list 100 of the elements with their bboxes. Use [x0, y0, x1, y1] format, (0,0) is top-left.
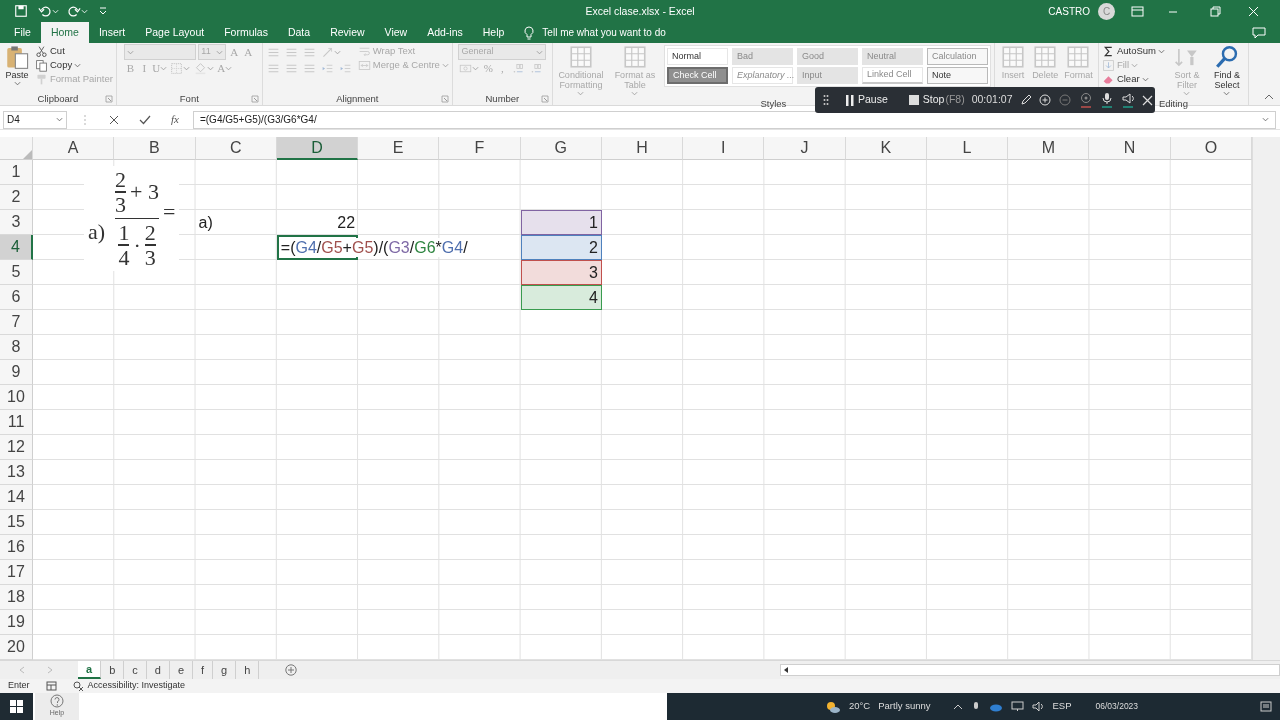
insert-function-button[interactable]: fx: [171, 111, 179, 128]
lightbulb-icon[interactable]: [524, 25, 535, 40]
notification-icon[interactable]: [1260, 700, 1272, 713]
weather-icon[interactable]: [825, 699, 841, 714]
formula-field[interactable]: =(G4/G5+G5)/(G3/G6*G4/: [192, 110, 1276, 129]
stop-button[interactable]: Stop: [908, 92, 945, 108]
sheet-tab[interactable]: a: [78, 661, 102, 679]
customize-icon[interactable]: [98, 6, 108, 16]
ribbon-display-icon[interactable]: [1131, 5, 1144, 17]
zoom-in-icon[interactable]: [1038, 93, 1052, 107]
row-header[interactable]: 6: [0, 285, 33, 310]
pause-button[interactable]: Pause: [846, 92, 888, 108]
column-header[interactable]: K: [845, 137, 927, 160]
row-header[interactable]: 15: [0, 510, 33, 535]
start-button[interactable]: [0, 693, 33, 720]
menu-tab[interactable]: Help: [472, 22, 515, 43]
row-header[interactable]: 20: [0, 635, 33, 660]
row-header[interactable]: 7: [0, 310, 33, 335]
network-icon[interactable]: [1010, 701, 1024, 712]
row-header[interactable]: 2: [0, 185, 33, 210]
pencil-icon[interactable]: [1019, 94, 1032, 106]
accessibility-button[interactable]: Accessibility: Investigate: [72, 679, 186, 693]
ribbon-button[interactable]: Clear: [1101, 72, 1149, 86]
column-header[interactable]: G: [520, 137, 602, 160]
reference-cell[interactable]: 3: [520, 260, 602, 285]
row-header[interactable]: 4: [0, 235, 33, 260]
row-header[interactable]: 16: [0, 535, 33, 560]
zoom-out-icon[interactable]: [1058, 93, 1072, 107]
reference-cell[interactable]: 1: [520, 210, 602, 235]
reference-cell[interactable]: 4: [520, 285, 602, 310]
undo-icon[interactable]: [38, 4, 52, 18]
check-icon[interactable]: [139, 114, 151, 125]
column-header[interactable]: H: [601, 137, 684, 160]
row-header[interactable]: 13: [0, 460, 33, 485]
ribbon-button[interactable]: Cut: [35, 44, 65, 58]
row-header[interactable]: 5: [0, 260, 33, 285]
menu-tab[interactable]: File: [4, 22, 41, 43]
scrollbar[interactable]: [1252, 137, 1280, 660]
redo-icon[interactable]: [67, 4, 81, 18]
speaker-icon[interactable]: [1031, 701, 1045, 712]
column-header[interactable]: B: [114, 137, 196, 160]
cancel-icon[interactable]: [109, 114, 119, 125]
row-header[interactable]: 3: [0, 210, 33, 235]
reference-cell[interactable]: 2: [520, 235, 602, 260]
row-header[interactable]: 1: [0, 160, 33, 185]
row-header[interactable]: 17: [0, 560, 33, 585]
column-header[interactable]: O: [1170, 137, 1252, 160]
row-header[interactable]: 14: [0, 485, 33, 510]
menu-tab[interactable]: Page Layout: [135, 22, 215, 43]
row-header[interactable]: 19: [0, 610, 33, 635]
ribbon-button[interactable]: Copy: [35, 58, 82, 72]
ribbon-button[interactable]: Paste: [3, 44, 31, 87]
collapse-ribbon-icon[interactable]: [1264, 93, 1274, 101]
column-header[interactable]: M: [1008, 137, 1090, 160]
cell-number: 2: [588, 237, 598, 258]
dialog-launcher-icon[interactable]: [540, 95, 549, 103]
dialog-launcher-icon[interactable]: [104, 95, 113, 103]
menu-tab[interactable]: Formulas: [214, 22, 278, 43]
webcam-icon[interactable]: [1078, 92, 1093, 108]
comment-icon[interactable]: [1252, 26, 1266, 39]
row-header[interactable]: 8: [0, 335, 33, 360]
cell-style-button[interactable]: Normal: [666, 48, 728, 65]
column-header[interactable]: J: [764, 137, 846, 160]
grip-icon[interactable]: [823, 94, 829, 106]
row-header[interactable]: 9: [0, 360, 33, 385]
column-header[interactable]: A: [33, 137, 115, 160]
dialog-launcher-icon[interactable]: [440, 95, 449, 103]
horizontal-scrollbar[interactable]: [780, 664, 1280, 676]
speaker-icon[interactable]: [1120, 92, 1135, 108]
cell-style-button[interactable]: Note: [926, 67, 988, 84]
menu-tab[interactable]: Review: [320, 22, 375, 43]
microphone-icon[interactable]: [1099, 92, 1114, 108]
row-header[interactable]: 12: [0, 435, 33, 460]
menu-tab[interactable]: View: [374, 22, 418, 43]
column-header[interactable]: L: [926, 137, 1009, 160]
search-field[interactable]: Tell me what you want to do: [542, 25, 666, 40]
close-icon[interactable]: [1141, 94, 1153, 106]
column-header[interactable]: C: [195, 137, 277, 160]
column-header[interactable]: F: [439, 137, 521, 160]
dialog-launcher-icon[interactable]: [250, 95, 259, 103]
language-indicator[interactable]: ESP: [1052, 699, 1072, 714]
menu-tab[interactable]: Data: [277, 22, 321, 43]
row-header[interactable]: 18: [0, 585, 33, 610]
save-icon[interactable]: [14, 4, 28, 18]
column-header[interactable]: E: [358, 137, 440, 160]
menu-tab[interactable]: Add-ins: [417, 22, 473, 43]
column-header[interactable]: D: [276, 137, 359, 160]
ribbon-button[interactable]: Find & Select: [1208, 44, 1245, 97]
status-mode: Enter: [8, 679, 30, 693]
row-header[interactable]: 10: [0, 385, 33, 410]
ribbon-button[interactable]: AutoSum: [1101, 44, 1165, 58]
add-sheet-icon[interactable]: [285, 664, 298, 676]
column-header[interactable]: N: [1089, 137, 1171, 160]
menu-tab[interactable]: Home: [40, 22, 89, 43]
taskbar-date[interactable]: 06/03/2023: [1095, 700, 1139, 713]
menu-tab[interactable]: Insert: [88, 22, 136, 43]
name-box[interactable]: D4: [3, 110, 67, 129]
chevron-up-icon[interactable]: [952, 702, 963, 711]
row-header[interactable]: 11: [0, 410, 33, 435]
column-header[interactable]: I: [683, 137, 765, 160]
